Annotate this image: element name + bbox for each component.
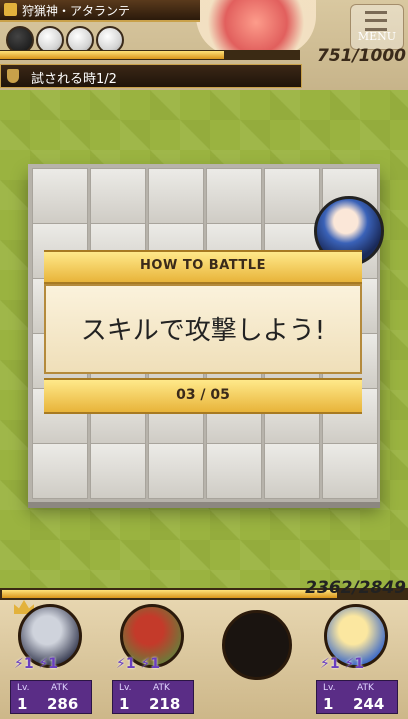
quest-bar: 試される時1/2 bbox=[0, 64, 302, 88]
board-tile[interactable] bbox=[90, 168, 146, 224]
board-tile[interactable] bbox=[32, 168, 88, 224]
quest-text: 試される時1/2 bbox=[31, 72, 117, 87]
party-unit[interactable]: ⚡1 ⚡1 Lv. 1 ATK 286 bbox=[0, 600, 100, 719]
atk-label: ATK bbox=[357, 683, 374, 693]
level-label: Lv. bbox=[17, 683, 30, 693]
board-tile[interactable] bbox=[264, 443, 320, 499]
unit-skill-counters: ⚡1 ⚡1 bbox=[14, 656, 59, 672]
menu-button[interactable]: MENU bbox=[350, 4, 404, 50]
board-tile[interactable] bbox=[148, 168, 204, 224]
level-value: 1 bbox=[119, 695, 130, 713]
boss-hp-bar bbox=[0, 50, 300, 60]
party-unit[interactable]: ⚡1 ⚡1 Lv. 1 ATK 218 bbox=[102, 600, 202, 719]
tutorial-popup[interactable]: HOW TO BATTLE スキルで攻撃しよう! 03 / 05 bbox=[44, 250, 362, 414]
crown-icon bbox=[4, 3, 17, 16]
atk-value: 244 bbox=[353, 695, 385, 713]
board-tile[interactable] bbox=[264, 168, 320, 224]
board-tile[interactable] bbox=[206, 443, 262, 499]
board-tile[interactable] bbox=[148, 443, 204, 499]
level-label: Lv. bbox=[323, 683, 336, 693]
level-value: 1 bbox=[323, 695, 334, 713]
atk-value: 218 bbox=[149, 695, 181, 713]
unit-stats: Lv. 1 ATK 218 bbox=[112, 680, 194, 714]
popup-page-indicator: 03 / 05 bbox=[176, 387, 230, 403]
party-hp-text: 2362/2849 bbox=[305, 578, 406, 598]
popup-header: HOW TO BATTLE bbox=[44, 250, 362, 284]
boss-hp-text: 751/1000 bbox=[316, 46, 406, 66]
boss-name: 狩猟神・アタランテ bbox=[22, 4, 131, 18]
boss-name-plate: 狩猟神・アタランテ bbox=[0, 0, 200, 22]
board-tile[interactable] bbox=[90, 443, 146, 499]
unit-stats: Lv. 1 ATK 244 bbox=[316, 680, 398, 714]
shield-icon bbox=[7, 69, 19, 83]
board-tile[interactable] bbox=[322, 443, 378, 499]
unit-skill-counters: ⚡1 ⚡1 bbox=[320, 656, 365, 672]
atk-label: ATK bbox=[153, 683, 170, 693]
menu-label: MENU bbox=[357, 30, 397, 43]
party-unit[interactable]: ⚡1 ⚡1 Lv. 1 ATK 244 bbox=[306, 600, 406, 719]
level-label: Lv. bbox=[119, 683, 132, 693]
unit-skill-counters: ⚡1 ⚡1 bbox=[116, 656, 161, 672]
unit-stats: Lv. 1 ATK 286 bbox=[10, 680, 92, 714]
level-value: 1 bbox=[17, 695, 28, 713]
menu-icon bbox=[365, 11, 387, 31]
popup-message: スキルで攻撃しよう! bbox=[80, 316, 326, 346]
boss-hp-fill bbox=[0, 51, 224, 59]
atk-label: ATK bbox=[51, 683, 68, 693]
empty-party-slot[interactable] bbox=[222, 610, 292, 680]
board-tile[interactable] bbox=[32, 443, 88, 499]
popup-title: HOW TO BATTLE bbox=[140, 258, 266, 273]
popup-body: スキルで攻撃しよう! bbox=[44, 284, 362, 374]
board-tile[interactable] bbox=[206, 168, 262, 224]
atk-value: 286 bbox=[47, 695, 79, 713]
popup-footer: 03 / 05 bbox=[44, 378, 362, 414]
boss-portrait bbox=[196, 0, 316, 56]
